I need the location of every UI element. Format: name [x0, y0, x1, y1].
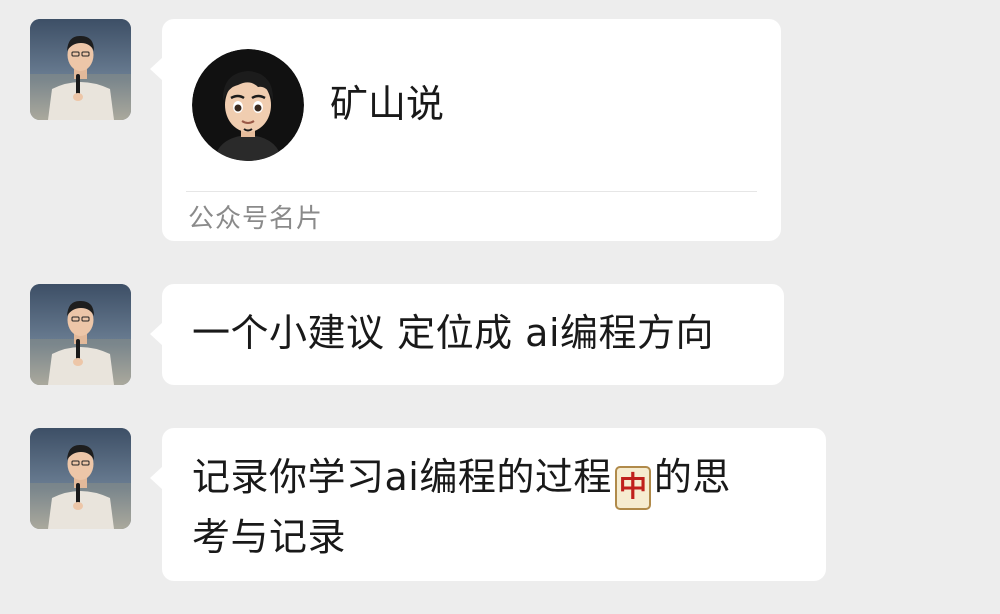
message-text: 记录你学习ai编程的过程中的思 考与记录 [192, 450, 800, 564]
sender-avatar[interactable] [30, 284, 131, 385]
mahjong-red-dragon-icon: 中 [614, 466, 651, 510]
sender-avatar[interactable] [30, 428, 131, 529]
message-bubble[interactable]: 一个小建议 定位成 ai编程方向 [150, 284, 784, 385]
person-avatar-icon [30, 19, 131, 120]
account-name: 矿山说 [330, 82, 445, 126]
person-avatar-icon [30, 428, 131, 529]
message-bubble[interactable]: 记录你学习ai编程的过程中的思 考与记录 [150, 428, 826, 581]
cartoon-portrait-icon [192, 49, 304, 161]
card-type-label: 公众号名片 [188, 204, 324, 234]
sender-avatar[interactable] [30, 19, 131, 120]
account-avatar [192, 49, 304, 161]
message-text: 一个小建议 定位成 ai编程方向 [192, 311, 715, 355]
message-text-part: 记录你学习ai编程的过程 [192, 455, 612, 499]
card-divider [186, 191, 757, 192]
person-avatar-icon [30, 284, 131, 385]
account-card-bubble[interactable]: 矿山说 公众号名片 [150, 19, 781, 241]
